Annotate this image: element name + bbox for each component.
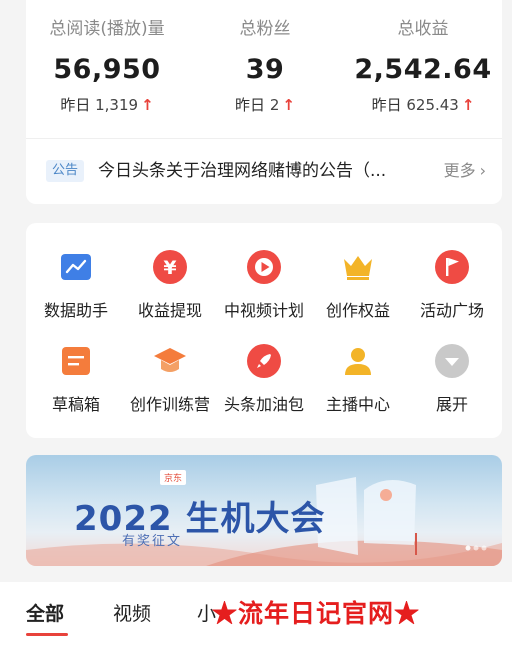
chevron-right-icon: › <box>479 161 486 180</box>
tool-label: 头条加油包 <box>223 395 304 414</box>
active-tab-indicator <box>26 633 68 636</box>
stat-yesterday: 昨日 1,319 ↑ <box>28 94 186 115</box>
divider <box>26 138 502 139</box>
tool-label: 主播中心 <box>325 395 390 414</box>
stat-label: 总粉丝 <box>239 19 291 39</box>
tool-label: 展开 <box>435 395 468 414</box>
chart-icon <box>58 249 94 285</box>
banner-title: 2022 生机大会 <box>74 499 326 539</box>
tool-mid-video-plan[interactable]: 中视频计划 <box>214 249 314 321</box>
yesterday-value: 625.43 <box>406 96 459 114</box>
notice-text[interactable]: 今日头条关于治理网络赌博的公告（... <box>98 160 416 182</box>
tool-label: 收益提现 <box>137 301 202 320</box>
stat-label: 总阅读(播放)量 <box>49 19 165 39</box>
tool-anchor-center[interactable]: 主播中心 <box>308 343 408 415</box>
tab-video[interactable]: 视频 <box>113 599 151 626</box>
tool-label: 创作权益 <box>325 301 390 320</box>
stat-value: 56,950 <box>53 54 161 85</box>
tool-label: 中视频计划 <box>223 301 304 320</box>
arrow-up-icon: ↑ <box>141 96 154 114</box>
watermark: ★流年日记官网★ <box>212 599 421 628</box>
tool-income-withdraw[interactable]: ¥ 收益提现 <box>120 249 220 321</box>
stat-yesterday: 昨日 2 ↑ <box>186 94 344 115</box>
tab-all[interactable]: 全部 <box>26 599 64 626</box>
crown-icon <box>340 249 376 285</box>
stat-label: 总收益 <box>397 19 449 39</box>
rocket-icon <box>246 343 282 379</box>
notice-tag: 公告 <box>46 160 85 182</box>
yesterday-value: 2 <box>269 96 280 114</box>
notice-more-link[interactable]: 更多 › <box>444 160 486 182</box>
play-icon <box>246 249 282 285</box>
flag-icon <box>434 249 470 285</box>
promo-banner[interactable]: 京东 2022 生机大会 有奖征文 <box>26 455 502 566</box>
graduation-cap-icon <box>152 343 188 379</box>
tools-card: 数据助手 ¥ 收益提现 中视频计划 创作权益 活动广场 草稿箱 创作训练营 头条… <box>26 223 502 438</box>
tool-data-assistant[interactable]: 数据助手 <box>26 249 126 321</box>
arrow-up-icon: ↑ <box>282 96 295 114</box>
tool-activity-square[interactable]: 活动广场 <box>402 249 502 321</box>
more-label: 更多 <box>443 161 476 180</box>
chevron-down-icon <box>434 343 470 379</box>
draft-icon <box>58 343 94 379</box>
banner-subtitle: 有奖征文 <box>122 534 183 549</box>
tool-boost-pack[interactable]: 头条加油包 <box>214 343 314 415</box>
stats-card: 总阅读(播放)量 56,950 昨日 1,319 ↑ 总粉丝 39 昨日 2 ↑ 总… <box>26 0 502 204</box>
yesterday-label: 昨日 <box>235 96 266 114</box>
yuan-icon: ¥ <box>152 249 188 285</box>
tool-label: 活动广场 <box>419 301 484 320</box>
tool-label: 草稿箱 <box>51 395 100 414</box>
notice-bar[interactable]: 公告 今日头条关于治理网络赌博的公告（... 更多 › <box>46 155 486 189</box>
tool-creator-rights[interactable]: 创作权益 <box>308 249 408 321</box>
yesterday-label: 昨日 <box>371 96 402 114</box>
tool-expand[interactable]: 展开 <box>402 343 502 415</box>
tool-label: 创作训练营 <box>129 395 210 414</box>
arrow-up-icon: ↑ <box>461 96 475 114</box>
tool-label: 数据助手 <box>43 301 108 320</box>
tool-drafts[interactable]: 草稿箱 <box>26 343 126 415</box>
stat-yesterday: 昨日 625.43 ↑ <box>344 94 502 115</box>
tool-training-camp[interactable]: 创作训练营 <box>120 343 220 415</box>
yesterday-value: 1,319 <box>95 96 139 114</box>
user-icon <box>340 343 376 379</box>
yesterday-label: 昨日 <box>60 96 91 114</box>
svg-text:¥: ¥ <box>163 257 176 279</box>
stat-value: 39 <box>245 54 285 85</box>
stat-value: 2,542.64 <box>354 54 492 85</box>
banner-brand-logo: 京东 <box>160 470 187 485</box>
